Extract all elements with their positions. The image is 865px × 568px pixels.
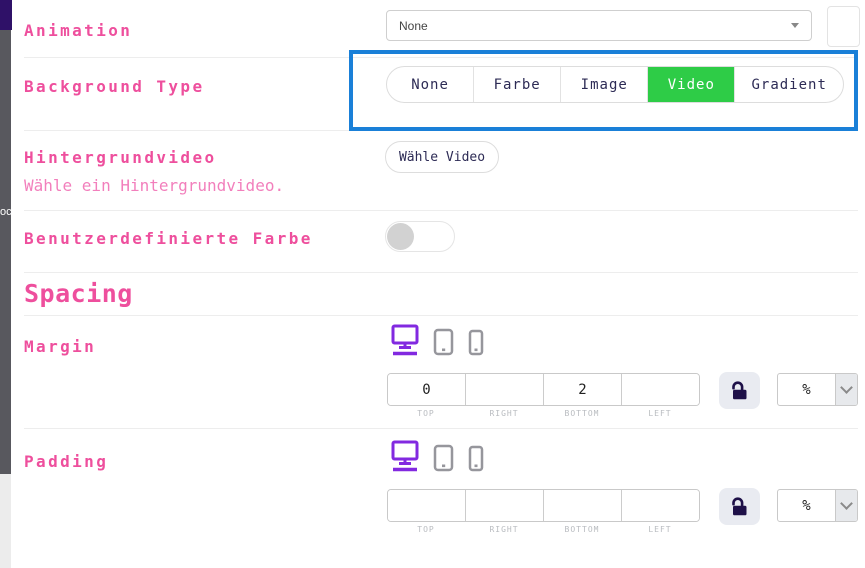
corner-button[interactable] — [827, 6, 860, 47]
custom-color-label: Benutzerdefinierte Farbe — [24, 229, 313, 248]
margin-right-caption: RIGHT — [465, 409, 543, 418]
tablet-icon[interactable] — [433, 444, 454, 475]
margin-lock-button[interactable] — [719, 372, 760, 409]
padding-bottom-input[interactable] — [544, 490, 622, 521]
bg-type-option-image[interactable]: Image — [561, 67, 648, 102]
margin-bottom-caption: BOTTOM — [543, 409, 621, 418]
margin-bottom-input[interactable] — [544, 374, 622, 405]
padding-input-group — [387, 489, 700, 522]
animation-dropdown-value: None — [399, 19, 428, 33]
margin-left-input[interactable] — [622, 374, 699, 405]
padding-right-caption: RIGHT — [465, 525, 543, 534]
padding-label: Padding — [24, 452, 108, 471]
background-type-label: Background Type — [24, 77, 205, 96]
padding-device-switcher — [391, 442, 484, 475]
padding-unit-value: % — [778, 490, 835, 521]
padding-left-input[interactable] — [622, 490, 699, 521]
bg-type-option-gradient[interactable]: Gradient — [735, 67, 843, 102]
padding-unit-select[interactable]: % — [777, 489, 858, 522]
spacing-heading: Spacing — [24, 279, 133, 308]
desktop-icon[interactable] — [391, 324, 419, 359]
divider — [24, 272, 858, 273]
mobile-icon[interactable] — [468, 445, 484, 475]
background-video-description: Wähle ein Hintergrundvideo. — [24, 176, 284, 195]
padding-top-input[interactable] — [388, 490, 466, 521]
padding-bottom-caption: BOTTOM — [543, 525, 621, 534]
lock-open-icon — [729, 380, 750, 401]
background-type-button-group: None Farbe Image Video Gradient — [386, 66, 844, 103]
margin-right-input[interactable] — [466, 374, 544, 405]
animation-dropdown[interactable]: None — [386, 10, 812, 41]
desktop-icon[interactable] — [391, 440, 419, 475]
custom-color-toggle[interactable] — [385, 221, 455, 252]
bg-type-option-video[interactable]: Video — [648, 67, 735, 102]
tablet-icon[interactable] — [433, 328, 454, 359]
margin-unit-select[interactable]: % — [777, 373, 858, 406]
bg-type-option-farbe[interactable]: Farbe — [474, 67, 561, 102]
settings-panel: oc Animation None Background Type None F… — [0, 0, 865, 568]
chevron-down-icon — [835, 490, 857, 521]
padding-lock-button[interactable] — [719, 488, 760, 525]
edge-text-fragment: oc — [0, 206, 11, 218]
padding-top-caption: TOP — [387, 525, 465, 534]
divider — [24, 428, 858, 429]
page-edge-strip — [0, 30, 11, 474]
margin-input-group — [387, 373, 700, 406]
padding-right-input[interactable] — [466, 490, 544, 521]
margin-unit-value: % — [778, 374, 835, 405]
choose-video-button[interactable]: Wähle Video — [385, 141, 499, 173]
background-video-label: Hintergrundvideo — [24, 148, 217, 167]
margin-label: Margin — [24, 337, 96, 356]
page-edge-strip-bottom — [0, 474, 11, 568]
chevron-down-icon — [835, 374, 857, 405]
caret-down-icon — [791, 23, 799, 28]
animation-label: Animation — [24, 21, 132, 40]
page-corner-block — [0, 0, 12, 30]
lock-open-icon — [729, 496, 750, 517]
toggle-knob — [387, 223, 414, 250]
bg-type-option-none[interactable]: None — [387, 67, 474, 102]
margin-top-input[interactable] — [388, 374, 466, 405]
divider — [24, 210, 858, 211]
margin-left-caption: LEFT — [621, 409, 699, 418]
margin-top-caption: TOP — [387, 409, 465, 418]
mobile-icon[interactable] — [468, 329, 484, 359]
padding-left-caption: LEFT — [621, 525, 699, 534]
divider — [24, 315, 858, 316]
margin-device-switcher — [391, 326, 484, 359]
